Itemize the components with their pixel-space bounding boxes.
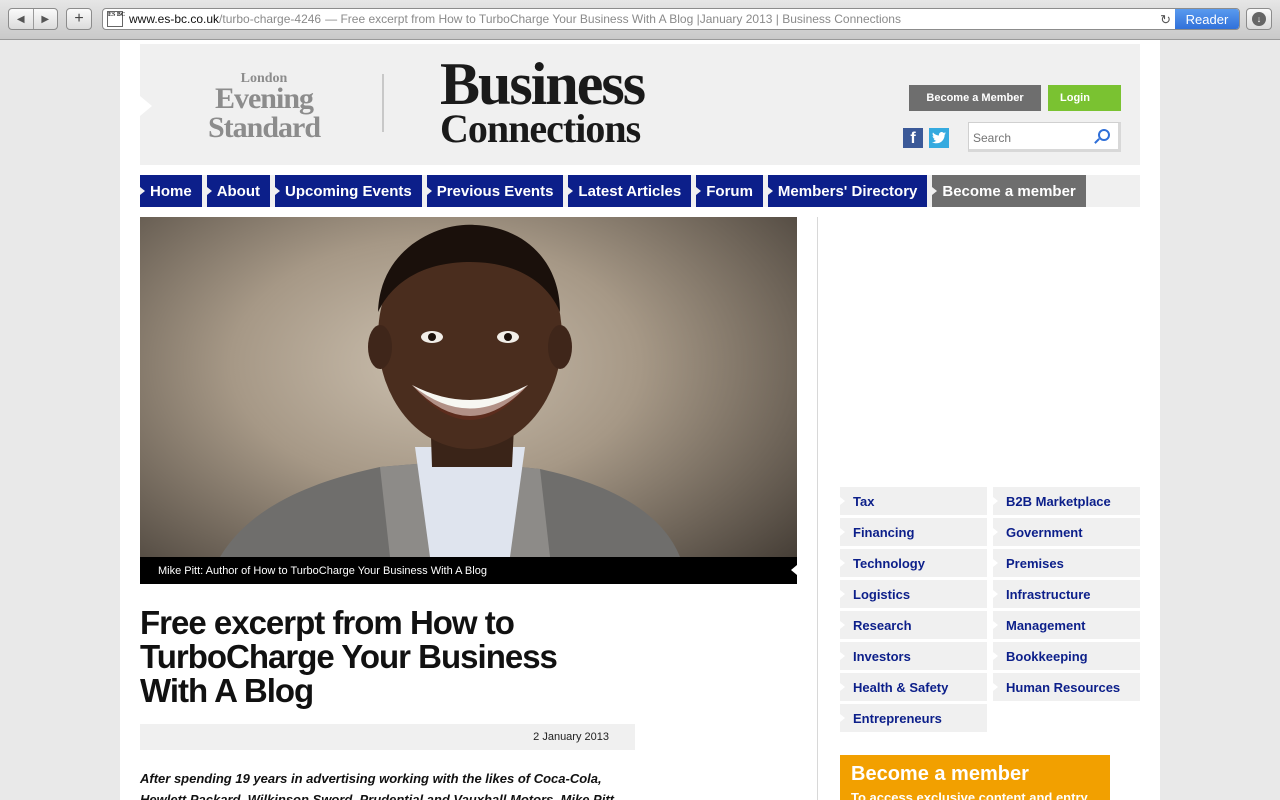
category-financing[interactable]: Financing <box>840 518 987 546</box>
search-icon[interactable] <box>1098 129 1110 141</box>
category-investors[interactable]: Investors <box>840 642 987 670</box>
portrait-illustration <box>220 224 680 557</box>
es-logo-line3: Standard <box>207 110 321 144</box>
nav-forum[interactable]: Forum <box>696 175 763 207</box>
category-human-resources[interactable]: Human Resources <box>993 673 1140 701</box>
forward-icon[interactable]: ▶ <box>34 9 58 29</box>
article-intro: After spending 19 years in advertising w… <box>140 771 614 800</box>
nav-latest-articles[interactable]: Latest Articles <box>568 175 692 207</box>
search-input[interactable] <box>973 131 1083 145</box>
header-notch <box>140 96 152 116</box>
url-path: /turbo-charge-4246 <box>219 12 322 26</box>
reader-button[interactable]: Reader <box>1175 9 1239 29</box>
site-header: London Evening Standard Business Connect… <box>140 44 1140 165</box>
caption-text: Mike Pitt: Author of How to TurboCharge … <box>158 564 487 577</box>
download-icon: ↓ <box>1252 12 1266 26</box>
category-infrastructure[interactable]: Infrastructure <box>993 580 1140 608</box>
category-health-safety[interactable]: Health & Safety <box>840 673 987 701</box>
login-button[interactable]: Login <box>1048 85 1121 111</box>
category-research[interactable]: Research <box>840 611 987 639</box>
category-government[interactable]: Government <box>993 518 1140 546</box>
new-tab-button[interactable]: + <box>66 8 92 30</box>
nav-about[interactable]: About <box>206 175 271 207</box>
nav-previous-events[interactable]: Previous Events <box>426 175 564 207</box>
downloads-button[interactable]: ↓ <box>1246 8 1272 30</box>
search-box <box>968 122 1121 152</box>
evening-standard-logo[interactable]: London Evening Standard <box>184 71 344 144</box>
nav-members-directory[interactable]: Members' Directory <box>767 175 928 207</box>
site-favicon-icon: ES BC <box>107 11 125 27</box>
category-premises[interactable]: Premises <box>993 549 1140 577</box>
business-connections-logo[interactable]: Business Connections <box>440 51 646 151</box>
facebook-icon[interactable]: f <box>903 128 923 148</box>
article-title: Free excerpt from How to TurboCharge You… <box>140 604 558 709</box>
address-bar[interactable]: ES BC www.es-bc.co.uk /turbo-charge-4246… <box>102 8 1240 30</box>
page-content: London Evening Standard Business Connect… <box>120 40 1160 800</box>
promo-title: Become a member <box>851 763 1029 785</box>
nav-become-member[interactable]: Become a member <box>932 175 1086 207</box>
page-title-in-address: — Free excerpt from How to TurboCharge Y… <box>325 12 901 26</box>
bc-logo-line1: Business <box>440 51 646 117</box>
main-nav: Home About Upcoming Events Previous Even… <box>140 175 1140 207</box>
article-hero-image <box>140 217 797 584</box>
back-forward-buttons: ◀ ▶ <box>8 8 58 30</box>
category-entrepreneurs[interactable]: Entrepreneurs <box>840 704 987 732</box>
image-caption: Mike Pitt: Author of How to TurboCharge … <box>140 557 797 584</box>
become-member-promo[interactable]: Become a member To access exclusive cont… <box>840 755 1110 800</box>
sidebar-divider <box>817 217 818 800</box>
nav-home[interactable]: Home <box>140 175 202 207</box>
category-technology[interactable]: Technology <box>840 549 987 577</box>
promo-subtitle: To access exclusive content and entry <box>851 790 1088 800</box>
article-date: 2 January 2013 <box>533 731 609 743</box>
caption-notch <box>791 565 797 575</box>
logo-divider <box>382 74 384 132</box>
category-b2b-marketplace[interactable]: B2B Marketplace <box>993 487 1140 515</box>
nav-upcoming-events[interactable]: Upcoming Events <box>275 175 422 207</box>
url-host: www.es-bc.co.uk <box>129 12 220 26</box>
twitter-icon[interactable] <box>929 128 949 148</box>
category-tax[interactable]: Tax <box>840 487 987 515</box>
category-management[interactable]: Management <box>993 611 1140 639</box>
article-date-bar: 2 January 2013 <box>140 724 635 750</box>
category-logistics[interactable]: Logistics <box>840 580 987 608</box>
bc-logo-line2: Connections <box>440 105 641 151</box>
es-logo-line2: Evening <box>214 82 314 116</box>
category-bookkeeping[interactable]: Bookkeeping <box>993 642 1140 670</box>
browser-toolbar: ◀ ▶ + ES BC www.es-bc.co.uk /turbo-charg… <box>0 0 1280 40</box>
back-icon[interactable]: ◀ <box>9 9 34 29</box>
reload-icon[interactable]: ↻ <box>1160 12 1171 28</box>
become-member-button[interactable]: Become a Member <box>909 85 1041 111</box>
